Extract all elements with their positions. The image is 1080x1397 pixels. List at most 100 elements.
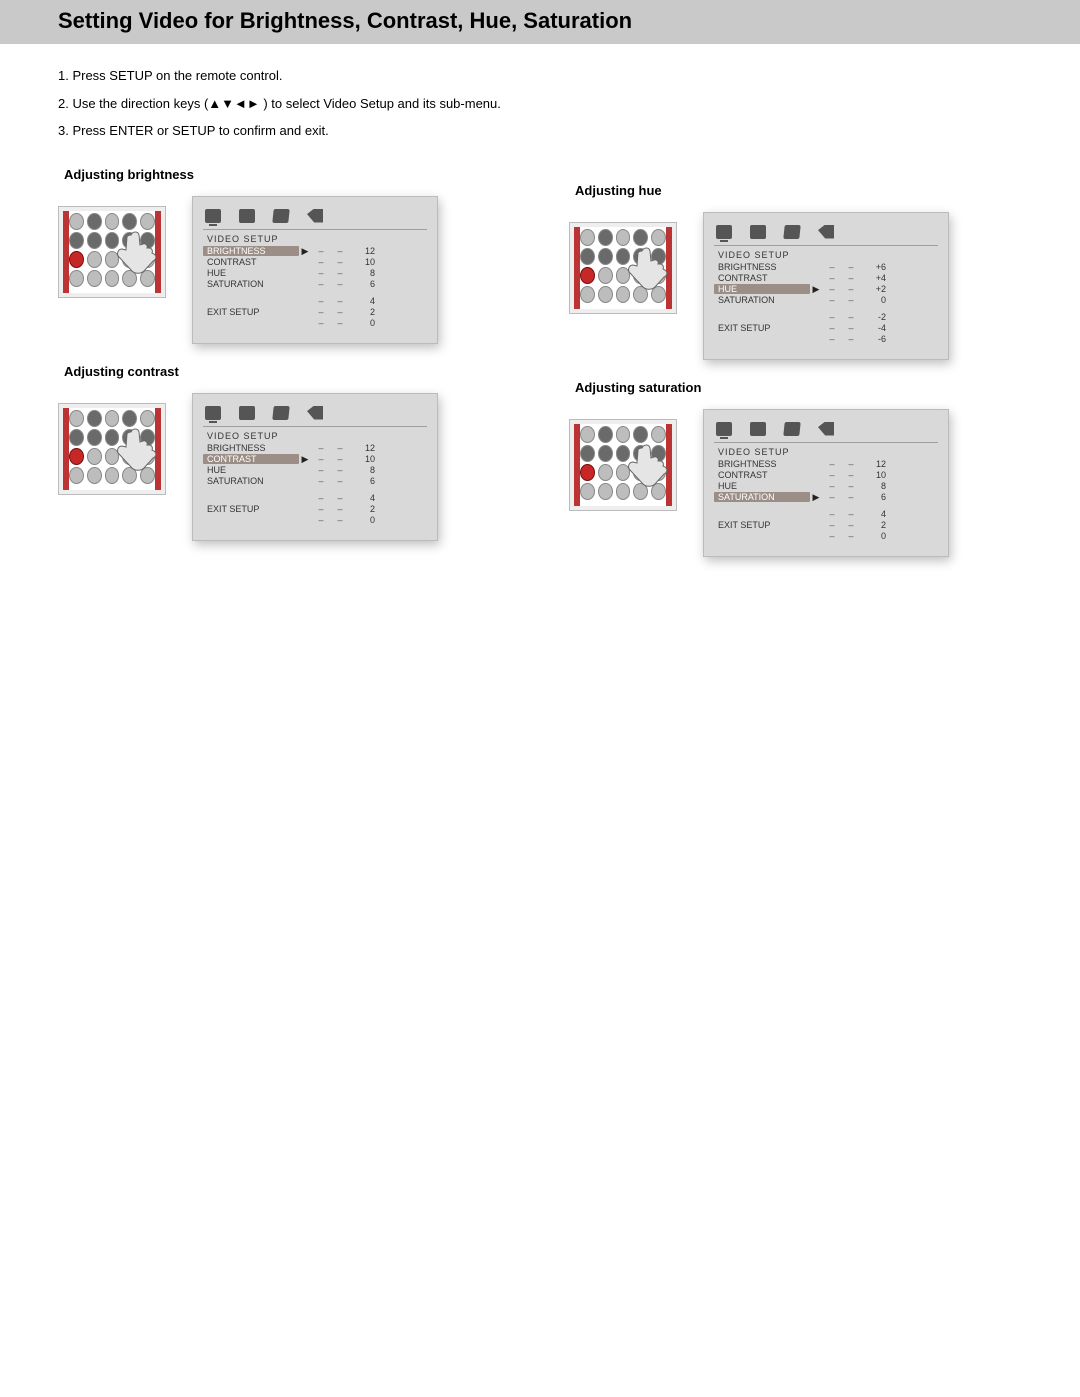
remote-button-icon [651,464,666,481]
scale-dash: – [311,296,331,306]
onscreen-menu-illustration: VIDEO SETUPBRIGHTNESS▶––12CONTRAST––10HU… [192,196,438,344]
menu-item-value: 12 [349,246,375,256]
menu-item-value: -6 [860,334,886,344]
remote-button-icon [616,445,631,462]
menu-row: ––4 [203,493,427,504]
menu-item-label: BRIGHTNESS [714,262,810,272]
camera-tab-icon [239,209,255,223]
remote-button-icon [651,267,666,284]
menu-item-value: 10 [860,470,886,480]
left-column: Adjusting brightness VIDEO SETUPBRIGHTNE… [58,159,529,577]
scale-tick: – [331,443,349,453]
remote-button-icon [580,426,595,443]
remote-button-icon [105,270,120,287]
menu-item-label: HUE [203,465,299,475]
remote-button-icon [633,445,648,462]
remote-button-icon [616,464,631,481]
scale-tick: – [842,262,860,272]
remote-button-icon [633,483,648,500]
menu-item-value: 0 [349,318,375,328]
remote-button-icon [616,426,631,443]
remote-button-icon [633,286,648,303]
remote-button-icon [105,410,120,427]
step-2: 2. Use the direction keys (▲▼◄► ) to sel… [58,94,1040,114]
remote-button-icon [616,483,631,500]
scale-tick: – [842,492,860,502]
scale-tick: – [842,295,860,305]
menu-tab-icons [714,420,938,443]
menu-item-value: 2 [349,307,375,317]
tag-tab-icon [818,225,834,239]
step-1: 1. Press SETUP on the remote control. [58,66,1040,86]
scale-dash: – [822,459,842,469]
selection-arrow-icon: ▶ [299,246,311,257]
menu-item-value: 12 [860,459,886,469]
hand-tab-icon [783,422,800,436]
scale-tick: – [842,334,860,344]
menu-item-label: CONTRAST [714,273,810,283]
menu-row: CONTRAST▶––10 [203,454,427,465]
menu-item-value: 2 [349,504,375,514]
remote-button-icon [122,251,137,268]
menu-item-label: EXIT SETUP [714,323,810,333]
menu-row: ––4 [714,509,938,520]
menu-row: SATURATION––6 [203,476,427,487]
menu-list: BRIGHTNESS▶––12CONTRAST––10HUE––8SATURAT… [203,246,427,329]
menu-item-label: EXIT SETUP [203,307,299,317]
menu-item-value: 4 [349,296,375,306]
menu-item-label: SATURATION [203,279,299,289]
menu-list: BRIGHTNESS––+6CONTRAST––+4HUE▶––+2SATURA… [714,262,938,345]
menu-item-value: 8 [860,481,886,491]
remote-button-icon [122,410,137,427]
remote-button-icon [122,467,137,484]
scale-tick: – [331,279,349,289]
menu-row: EXIT SETUP––2 [203,307,427,318]
scale-tick: – [842,323,860,333]
menu-item-value: +6 [860,262,886,272]
menu-row: BRIGHTNESS▶––12 [203,246,427,257]
scale-dash: – [822,334,842,344]
scale-dash: – [822,492,842,502]
remote-button-icon [651,229,666,246]
scale-dash: – [311,246,331,256]
scale-dash: – [822,284,842,294]
scale-tick: – [331,454,349,464]
scale-dash: – [311,476,331,486]
step-3: 3. Press ENTER or SETUP to confirm and e… [58,121,1040,141]
remote-button-icon [140,448,155,465]
menu-row: ––-2 [714,312,938,323]
figure-hue: VIDEO SETUPBRIGHTNESS––+6CONTRAST––+4HUE… [569,212,1040,360]
menu-item-value: 4 [860,509,886,519]
selection-arrow-icon: ▶ [299,454,311,465]
menu-item-label: BRIGHTNESS [203,246,299,256]
menu-item-label: CONTRAST [714,470,810,480]
figure-brightness: VIDEO SETUPBRIGHTNESS▶––12CONTRAST––10HU… [58,196,529,344]
menu-row: BRIGHTNESS––+6 [714,262,938,273]
remote-button-icon [87,467,102,484]
onscreen-menu-illustration: VIDEO SETUPBRIGHTNESS––12CONTRAST––10HUE… [703,409,949,557]
remote-button-icon [651,426,666,443]
remote-button-icon [580,248,595,265]
remote-button-icon [105,251,120,268]
menu-row: ––0 [203,318,427,329]
menu-row: SATURATION––0 [714,295,938,306]
menu-item-label: BRIGHTNESS [714,459,810,469]
remote-button-icon [633,248,648,265]
remote-button-icon [616,286,631,303]
remote-button-icon [580,445,595,462]
remote-button-icon [140,270,155,287]
camera-tab-icon [239,406,255,420]
scale-dash: – [311,268,331,278]
scale-dash: – [822,312,842,322]
menu-row: ––-6 [714,334,938,345]
menu-row: EXIT SETUP––2 [203,504,427,515]
scale-dash: – [822,531,842,541]
remote-button-icon [580,483,595,500]
menu-row: CONTRAST––+4 [714,273,938,284]
remote-button-icon [87,232,102,249]
remote-button-icon [580,286,595,303]
remote-button-icon [598,464,613,481]
selection-arrow-icon: ▶ [810,492,822,503]
scale-tick: – [842,520,860,530]
remote-button-icon [598,426,613,443]
